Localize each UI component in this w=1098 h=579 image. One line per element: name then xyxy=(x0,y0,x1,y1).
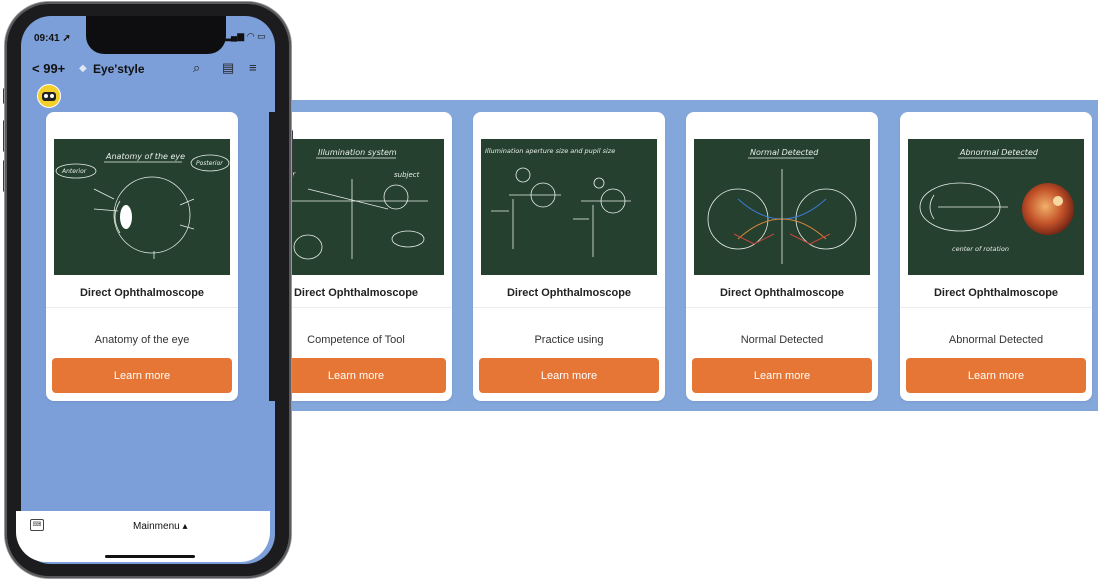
notch xyxy=(86,16,226,54)
search-icon[interactable]: ⌕ xyxy=(193,60,200,76)
card-image: Anatomy of the eye Anterior Posterior xyxy=(54,139,230,275)
bot-avatar[interactable] xyxy=(37,84,61,108)
learn-more-button[interactable]: Learn more xyxy=(479,358,659,393)
svg-text:Anterior: Anterior xyxy=(61,168,87,175)
card-subtitle: Normal Detected xyxy=(740,334,824,346)
card-subtitle: Abnormal Detected xyxy=(948,334,1044,346)
svg-text:Posterior: Posterior xyxy=(196,160,223,167)
home-indicator[interactable] xyxy=(105,555,195,558)
card-title: Direct Ophthalmoscope xyxy=(79,287,205,299)
svg-text:center of rotation: center of rotation xyxy=(952,245,1009,253)
card-image: Abnormal Detected center of rotation xyxy=(908,139,1084,275)
chat-title: Eye'style xyxy=(93,62,145,76)
divider xyxy=(46,307,238,308)
menu-icon[interactable]: ≡ xyxy=(249,60,257,75)
card-subtitle: Anatomy of the eye xyxy=(94,334,190,346)
shield-icon: ◆ xyxy=(79,63,87,74)
svg-text:Anatomy of the eye: Anatomy of the eye xyxy=(105,152,185,161)
card-subtitle: Practice using xyxy=(534,334,604,346)
card-image: Normal Detected xyxy=(694,139,870,275)
card-title: Direct Ophthalmoscope xyxy=(506,287,632,299)
svg-text:Normal Detected: Normal Detected xyxy=(750,148,819,157)
unread-count: 99+ xyxy=(43,61,66,76)
status-icons: ▂▄▆ ◠ ▭ xyxy=(224,31,266,41)
back-button[interactable]: < 99+ xyxy=(32,61,65,76)
card-normal[interactable]: Normal Detected Direct Ophthalmoscope No… xyxy=(686,112,878,401)
status-time: 09:41 ➚ xyxy=(34,33,71,44)
card-title: Direct Ophthalmoscope xyxy=(933,287,1059,299)
svg-text:subject: subject xyxy=(394,171,420,179)
svg-text:Illumination aperture size and: Illumination aperture size and pupil siz… xyxy=(485,147,615,155)
card-title: Direct Ophthalmoscope xyxy=(719,287,845,299)
card-image: Illumination aperture size and pupil siz… xyxy=(481,139,657,275)
main-menu-toggle[interactable]: Mainmenu ▴ xyxy=(133,521,188,532)
card-image: Illumination system server subject xyxy=(268,139,444,275)
divider xyxy=(686,307,878,308)
card-abnormal[interactable]: Abnormal Detected center of rotation Dir… xyxy=(900,112,1092,401)
svg-text:Abnormal Detected: Abnormal Detected xyxy=(959,148,1039,157)
learn-more-button[interactable]: Learn more xyxy=(692,358,872,393)
card-anatomy[interactable]: Anatomy of the eye Anterior Posterior Di… xyxy=(46,112,238,401)
learn-more-button[interactable]: Learn more xyxy=(52,358,232,393)
divider xyxy=(473,307,665,308)
svg-text:Illumination system: Illumination system xyxy=(318,148,397,157)
learn-more-button[interactable]: Learn more xyxy=(906,358,1086,393)
notes-icon[interactable]: ▤ xyxy=(222,60,234,76)
phone-bezel-edge xyxy=(269,112,279,401)
divider xyxy=(900,307,1092,308)
keyboard-icon[interactable]: ⌨ xyxy=(30,519,44,531)
card-practice[interactable]: Illumination aperture size and pupil siz… xyxy=(473,112,665,401)
learn-more-button[interactable]: Learn more xyxy=(266,358,446,393)
